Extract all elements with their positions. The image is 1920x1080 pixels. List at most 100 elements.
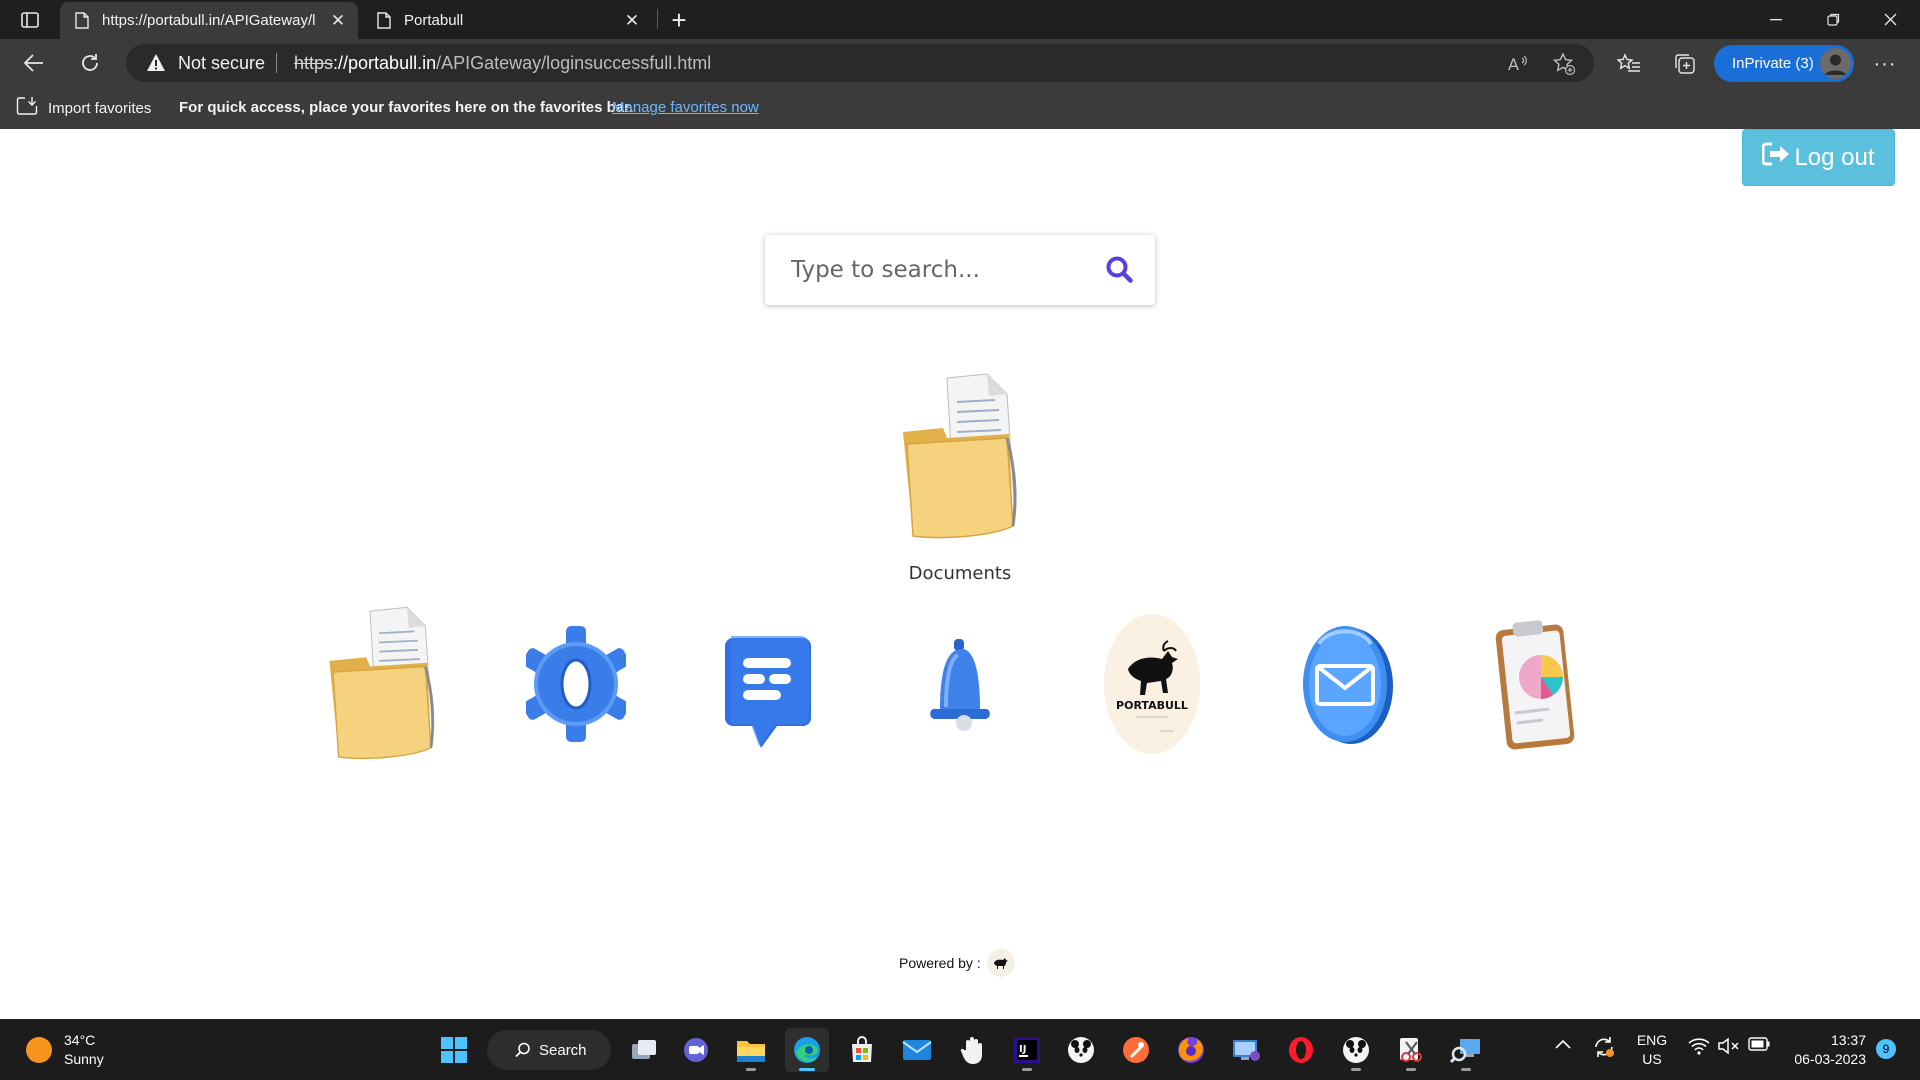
favorites-bar-message: For quick access, place your favorites h… bbox=[179, 99, 634, 116]
svg-text:A: A bbox=[1508, 55, 1519, 74]
restore-icon[interactable] bbox=[1805, 0, 1861, 39]
volume-muted-icon[interactable] bbox=[1718, 1037, 1740, 1058]
powered-by: Powered by : bbox=[899, 949, 1015, 977]
start-windows-icon[interactable] bbox=[432, 1028, 476, 1072]
running-indicator bbox=[746, 1068, 756, 1071]
mail-icon[interactable] bbox=[1284, 599, 1404, 769]
battery-icon[interactable] bbox=[1748, 1037, 1770, 1054]
page-icon bbox=[376, 12, 392, 30]
weather-condition: Sunny bbox=[64, 1051, 104, 1067]
import-favorites-label: Import favorites bbox=[48, 99, 152, 117]
refresh-icon[interactable] bbox=[72, 45, 108, 81]
page-content: Log out Documents bbox=[0, 129, 1920, 1019]
taskbar-search-button[interactable]: Search bbox=[487, 1030, 611, 1070]
tab-divider bbox=[657, 9, 658, 29]
mail-app-icon[interactable] bbox=[895, 1028, 939, 1072]
page-icon bbox=[74, 12, 90, 30]
address-bar[interactable]: Not secure https://portabull.in/APIGatew… bbox=[126, 44, 1594, 82]
panda-app-icon[interactable] bbox=[1059, 1028, 1103, 1072]
running-indicator bbox=[1461, 1068, 1471, 1071]
running-indicator bbox=[1022, 1068, 1032, 1071]
clock-time: 13:37 bbox=[1830, 1032, 1866, 1048]
weather-temperature: 34°C bbox=[64, 1032, 96, 1048]
firefox-icon[interactable] bbox=[1169, 1028, 1213, 1072]
hand-app-icon[interactable] bbox=[951, 1028, 995, 1072]
panda-app-icon[interactable] bbox=[1334, 1028, 1378, 1072]
add-favorite-star-icon[interactable] bbox=[1551, 51, 1577, 77]
chevron-up-icon[interactable] bbox=[1554, 1037, 1572, 1053]
system-clock[interactable]: 13:37 06-03-2023 bbox=[1782, 1031, 1866, 1069]
clock-date: 06-03-2023 bbox=[1794, 1051, 1866, 1067]
sign-out-icon bbox=[1761, 142, 1790, 173]
opera-icon[interactable] bbox=[1279, 1028, 1323, 1072]
inprivate-label: InPrivate (3) bbox=[1732, 55, 1814, 72]
tab-actions-icon[interactable] bbox=[16, 8, 44, 32]
window-close-icon[interactable] bbox=[1862, 0, 1918, 39]
portabull-logo-text: PORTABULL bbox=[1116, 699, 1188, 712]
more-options-icon[interactable]: ··· bbox=[1870, 49, 1900, 79]
tab-portabull[interactable]: Portabull ✕ bbox=[362, 2, 652, 39]
import-icon bbox=[16, 96, 38, 120]
tab-title: Portabull bbox=[404, 12, 464, 29]
import-favorites-button[interactable]: Import favorites bbox=[16, 96, 151, 120]
back-arrow-icon[interactable] bbox=[16, 45, 52, 81]
browser-tab-bar: https://portabull.in/APIGateway/l ✕ Port… bbox=[0, 0, 1920, 39]
language-code: ENG bbox=[1636, 1032, 1668, 1048]
new-tab-plus-icon[interactable]: + bbox=[664, 5, 694, 35]
minimize-icon[interactable] bbox=[1748, 0, 1804, 39]
logout-button[interactable]: Log out bbox=[1742, 129, 1895, 186]
running-indicator bbox=[799, 1068, 815, 1071]
task-view-icon[interactable] bbox=[622, 1028, 666, 1072]
snipping-tool-icon[interactable] bbox=[1389, 1028, 1433, 1072]
read-aloud-icon[interactable]: A bbox=[1506, 51, 1532, 77]
weather-widget[interactable]: 34°C Sunny bbox=[26, 1031, 104, 1069]
taskbar-search-label: Search bbox=[539, 1041, 587, 1059]
gear-icon[interactable] bbox=[516, 599, 636, 769]
clipboard-chart-icon[interactable] bbox=[1478, 599, 1598, 769]
chat-bubble-icon[interactable] bbox=[708, 599, 828, 769]
sync-icon[interactable] bbox=[1592, 1035, 1616, 1062]
teams-chat-icon[interactable] bbox=[674, 1028, 718, 1072]
portabull-mini-logo-icon[interactable] bbox=[986, 949, 1015, 977]
url-text[interactable]: https://portabull.in/APIGateway/loginsuc… bbox=[294, 53, 711, 74]
bell-icon[interactable] bbox=[900, 599, 1020, 769]
url-path: /APIGateway/loginsuccessfull.html bbox=[436, 53, 712, 73]
microsoft-store-icon[interactable] bbox=[840, 1028, 884, 1072]
running-indicator bbox=[1406, 1068, 1416, 1071]
file-explorer-icon[interactable] bbox=[729, 1028, 773, 1072]
url-host: ://portabull.in bbox=[333, 53, 437, 73]
manage-favorites-link[interactable]: Manage favorites now bbox=[612, 99, 759, 116]
address-divider bbox=[276, 53, 277, 73]
featured-app-label: Documents bbox=[908, 563, 1012, 584]
url-scheme: https bbox=[294, 53, 334, 73]
close-icon[interactable]: ✕ bbox=[618, 7, 646, 35]
search-icon bbox=[515, 1042, 530, 1058]
search-icon[interactable] bbox=[1105, 255, 1135, 285]
network-computer-icon[interactable] bbox=[1444, 1028, 1488, 1072]
running-indicator bbox=[1351, 1068, 1361, 1071]
region-code: US bbox=[1642, 1051, 1662, 1067]
security-status-label[interactable]: Not secure bbox=[178, 53, 265, 74]
tab-portabull-api-gateway[interactable]: https://portabull.in/APIGateway/l ✕ bbox=[60, 2, 358, 39]
browser-toolbar: Not secure https://portabull.in/APIGatew… bbox=[0, 39, 1920, 88]
intellij-idea-icon[interactable]: IJ bbox=[1005, 1028, 1049, 1072]
wifi-icon[interactable] bbox=[1688, 1037, 1710, 1058]
folder-documents-icon[interactable] bbox=[322, 599, 442, 769]
remote-desktop-icon[interactable] bbox=[1224, 1028, 1268, 1072]
inprivate-profile-button[interactable]: InPrivate (3) bbox=[1714, 45, 1854, 82]
close-icon[interactable]: ✕ bbox=[324, 7, 352, 35]
postman-icon[interactable] bbox=[1114, 1028, 1158, 1072]
portabull-logo-icon[interactable]: PORTABULL bbox=[1092, 599, 1212, 769]
edge-browser-icon[interactable] bbox=[785, 1028, 829, 1072]
favorites-icon[interactable] bbox=[1614, 49, 1644, 79]
notification-count-badge[interactable]: 9 bbox=[1876, 1039, 1896, 1059]
input-language-indicator[interactable]: ENG US bbox=[1634, 1031, 1670, 1069]
collections-icon[interactable] bbox=[1670, 49, 1700, 79]
search-input[interactable] bbox=[791, 253, 1081, 287]
powered-by-label: Powered by : bbox=[899, 955, 981, 971]
search-box[interactable] bbox=[765, 235, 1155, 305]
sun-icon bbox=[26, 1037, 52, 1063]
favorites-bar: Import favorites For quick access, place… bbox=[0, 88, 1920, 129]
warning-icon[interactable] bbox=[146, 53, 166, 73]
folder-documents-icon[interactable] bbox=[895, 372, 1025, 542]
